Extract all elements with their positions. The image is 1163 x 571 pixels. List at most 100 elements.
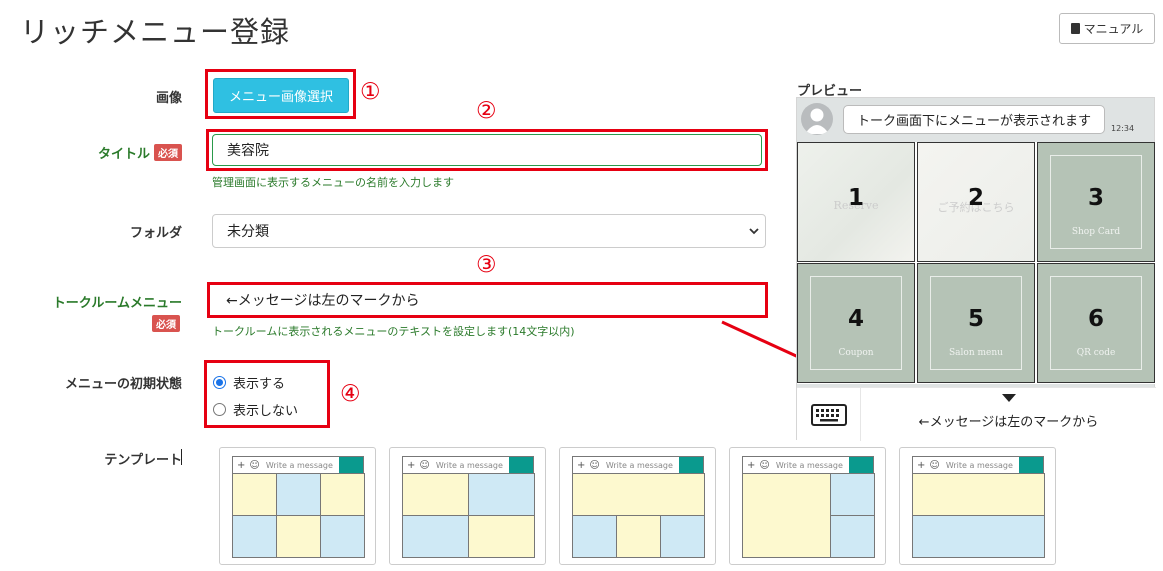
template-placeholder: Write a message	[435, 460, 503, 470]
talkroom-menu-help-text: トークルームに表示されるメニューのテキストを設定します(14文字以内)	[212, 325, 575, 338]
template-cell	[232, 515, 277, 558]
rich-menu-cell-6[interactable]: QR code 6	[1037, 263, 1155, 383]
folder-select-value: 未分類	[227, 224, 269, 240]
template-option-2[interactable]: + ☺ Write a message	[389, 447, 546, 565]
radio-button[interactable]	[213, 376, 226, 389]
template-input-bar: + ☺ Write a message	[742, 456, 874, 474]
template-option-1[interactable]: + ☺ Write a message	[219, 447, 376, 565]
radio-hide-label: 表示しない	[233, 404, 299, 419]
required-badge: 必須	[152, 315, 180, 332]
rich-menu-cell-5[interactable]: Salon menu 5	[917, 263, 1035, 383]
title-help-text: 管理画面に表示するメニューの名前を入力します	[212, 176, 454, 189]
template-grid	[742, 473, 875, 558]
template-grid	[572, 473, 705, 558]
chat-bubble: トーク画面下にメニューが表示されます	[843, 105, 1105, 134]
template-cell	[468, 515, 535, 558]
manual-button[interactable]: マニュアル	[1059, 13, 1155, 44]
template-placeholder: Write a message	[605, 460, 673, 470]
title-label: タイトル 必須	[0, 143, 182, 162]
template-grid	[232, 473, 365, 558]
template-cell	[320, 473, 365, 516]
template-placeholder: Write a message	[945, 460, 1013, 470]
template-cell	[402, 515, 469, 558]
cell-label: Salon menu	[949, 348, 1003, 358]
template-cell	[572, 473, 705, 516]
template-grid	[402, 473, 535, 558]
cell-number: 2	[967, 185, 984, 211]
annotation-marker-2: ②	[476, 98, 497, 124]
radio-button[interactable]	[213, 403, 226, 416]
cell-number: 4	[847, 306, 864, 332]
template-send-area	[1019, 457, 1043, 473]
talkroom-menu-input[interactable]: ←メッセージは左のマークから	[212, 286, 762, 314]
rich-menu-cell-2[interactable]: ご予約はこちら 2	[917, 142, 1035, 262]
template-placeholder: Write a message	[775, 460, 843, 470]
cell-label: Coupon	[838, 348, 874, 358]
template-option-3[interactable]: + ☺ Write a message	[559, 447, 716, 565]
radio-show[interactable]: 表示する	[213, 373, 285, 392]
cell-number: 1	[847, 185, 864, 211]
template-cell	[276, 515, 321, 558]
rich-menu-cell-1[interactable]: Reserve 1	[797, 142, 915, 262]
template-cell	[912, 515, 1045, 558]
collapse-triangle-icon[interactable]	[1002, 394, 1016, 402]
select-menu-image-button[interactable]: メニュー画像選択	[213, 78, 349, 113]
annotation-marker-1: ①	[360, 79, 381, 105]
template-cell	[660, 515, 705, 558]
plus-icon: +	[577, 459, 586, 471]
preview-panel: トーク画面下にメニューが表示されます 12:34 Reserve 1 ご予約はこちら…	[796, 97, 1156, 441]
text-cursor	[181, 449, 182, 465]
template-input-bar: + ☺ Write a message	[232, 456, 364, 474]
book-icon	[1070, 23, 1080, 34]
template-option-4[interactable]: + ☺ Write a message	[729, 447, 886, 565]
annotation-marker-4: ④	[340, 381, 361, 407]
plus-icon: +	[407, 459, 416, 471]
smiley-icon: ☺	[249, 459, 260, 471]
rich-menu-grid: Reserve 1 ご予約はこちら 2 Shop Card 3 Coupon 4 Salon m…	[797, 142, 1156, 384]
plus-icon: +	[747, 459, 756, 471]
template-cell	[830, 473, 875, 516]
plus-icon: +	[237, 459, 246, 471]
image-label: 画像	[155, 91, 182, 106]
template-cell	[616, 515, 661, 558]
cell-label: Shop Card	[1071, 227, 1121, 237]
template-input-bar: + ☺ Write a message	[572, 456, 704, 474]
template-send-area	[849, 457, 873, 473]
template-cell	[468, 473, 535, 516]
template-option-5[interactable]: + ☺ Write a message	[899, 447, 1056, 565]
template-cell	[402, 473, 469, 516]
template-send-area	[679, 457, 703, 473]
template-cell	[912, 473, 1045, 516]
user-icon	[805, 108, 829, 134]
required-badge: 必須	[154, 144, 182, 161]
smiley-icon: ☺	[929, 459, 940, 471]
template-cell	[572, 515, 617, 558]
page-title: リッチメニュー登録	[20, 15, 291, 49]
rich-menu-cell-4[interactable]: Coupon 4	[797, 263, 915, 383]
folder-label: フォルダ	[129, 226, 182, 241]
annotation-marker-3: ③	[476, 252, 497, 278]
message-time: 12:34	[1111, 124, 1135, 133]
template-cell	[276, 473, 321, 516]
smiley-icon: ☺	[589, 459, 600, 471]
cell-number: 6	[1087, 306, 1104, 332]
keyboard-icon[interactable]	[797, 388, 861, 441]
plus-icon: +	[917, 459, 926, 471]
initial-state-label: メニューの初期状態	[64, 377, 182, 392]
template-cell	[830, 515, 875, 558]
talkroom-menu-label: トークルームメニュー	[52, 296, 182, 311]
smiley-icon: ☺	[419, 459, 430, 471]
template-grid	[912, 473, 1045, 558]
cell-number: 5	[967, 306, 984, 332]
rich-menu-cell-3[interactable]: Shop Card 3	[1037, 142, 1155, 262]
avatar	[801, 103, 833, 135]
template-cell	[742, 473, 831, 558]
title-input[interactable]: 美容院	[212, 134, 762, 166]
manual-button-label: マニュアル	[1083, 22, 1144, 36]
radio-hide[interactable]: 表示しない	[213, 400, 298, 419]
smiley-icon: ☺	[759, 459, 770, 471]
talkroom-required: 必須	[148, 314, 180, 333]
preview-menu-bar: ←メッセージは左のマークから	[797, 387, 1156, 441]
folder-select[interactable]: 未分類	[212, 214, 766, 248]
title-label-text: タイトル	[97, 147, 150, 162]
